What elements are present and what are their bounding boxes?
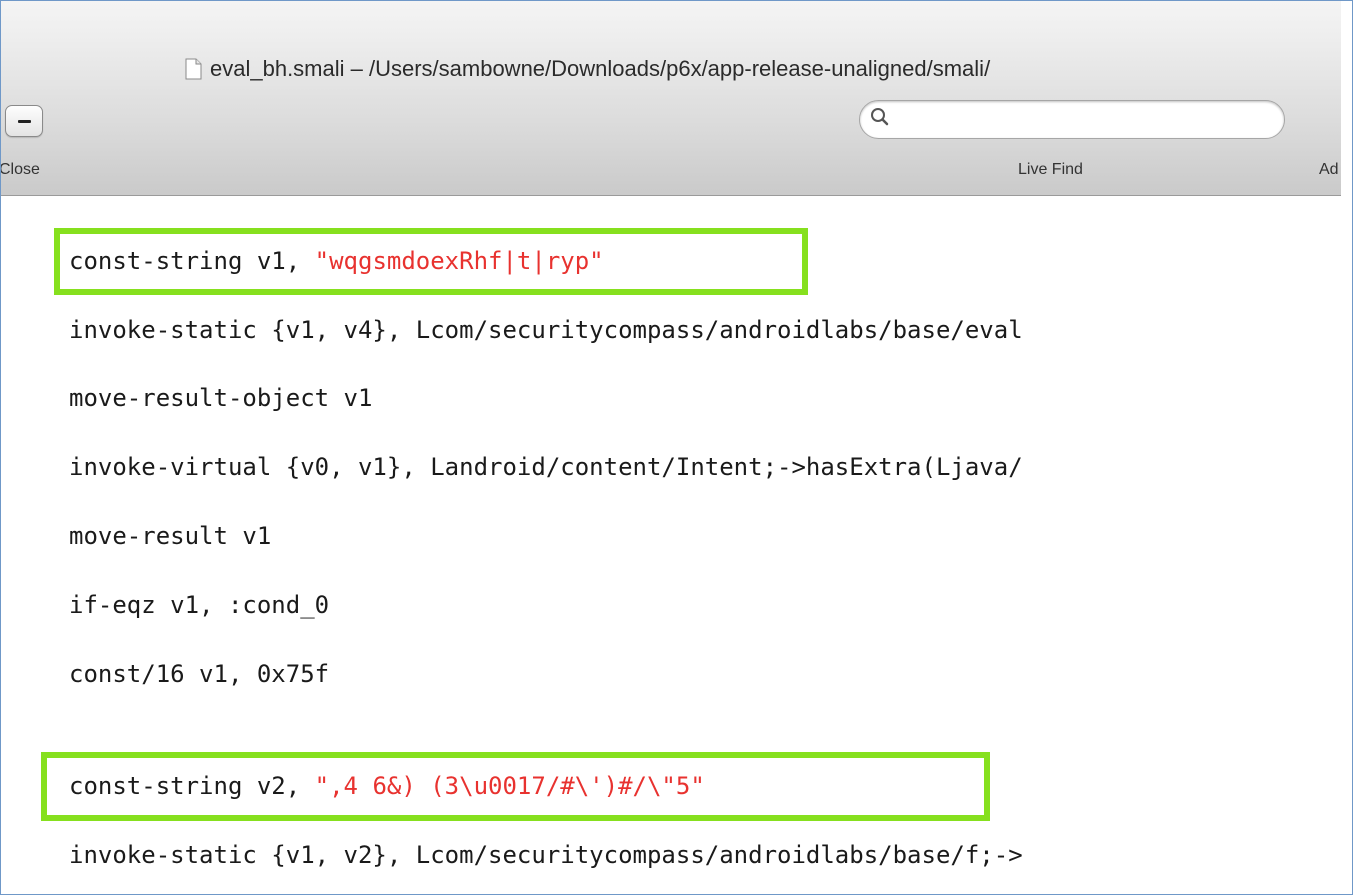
code-line: move-result-object v1 — [69, 384, 373, 412]
live-find-search-field[interactable] — [859, 100, 1285, 139]
code-line: const/16 v1, 0x75f — [69, 660, 330, 688]
minus-icon — [18, 120, 31, 123]
code-line: const-string v1, "wqgsmdoexRhf|t|ryp" — [69, 247, 604, 275]
code-line: if-eqz v1, :cond_0 — [69, 591, 330, 619]
window-frame: eval_bh.smali – /Users/sambowne/Download… — [0, 0, 1353, 895]
code-line: invoke-static {v1, v2}, Lcom/securitycom… — [69, 841, 1023, 869]
live-find-label: Live Find — [1018, 161, 1083, 178]
code-view: const-string v1, "wqgsmdoexRhf|t|ryp" in… — [1, 196, 1341, 894]
window-title: eval_bh.smali – /Users/sambowne/Download… — [210, 56, 991, 81]
code-line: move-result v1 — [69, 522, 272, 550]
magnifier-icon — [871, 108, 889, 126]
advanced-label: Ad — [1319, 161, 1339, 178]
close-label: Close — [0, 161, 40, 178]
code-line: invoke-static {v1, v4}, Lcom/securitycom… — [69, 316, 1023, 344]
code-line: invoke-virtual {v0, v1}, Landroid/conten… — [69, 453, 1023, 481]
code-line: const-string v2, ",4 6&) (3\u0017/#\')#/… — [69, 772, 705, 800]
close-button[interactable] — [5, 105, 43, 137]
search-input[interactable] — [896, 107, 1270, 133]
document-icon — [185, 58, 202, 80]
window-title-bar: eval_bh.smali – /Users/sambowne/Download… — [185, 53, 990, 85]
toolbar: eval_bh.smali – /Users/sambowne/Download… — [1, 1, 1341, 196]
